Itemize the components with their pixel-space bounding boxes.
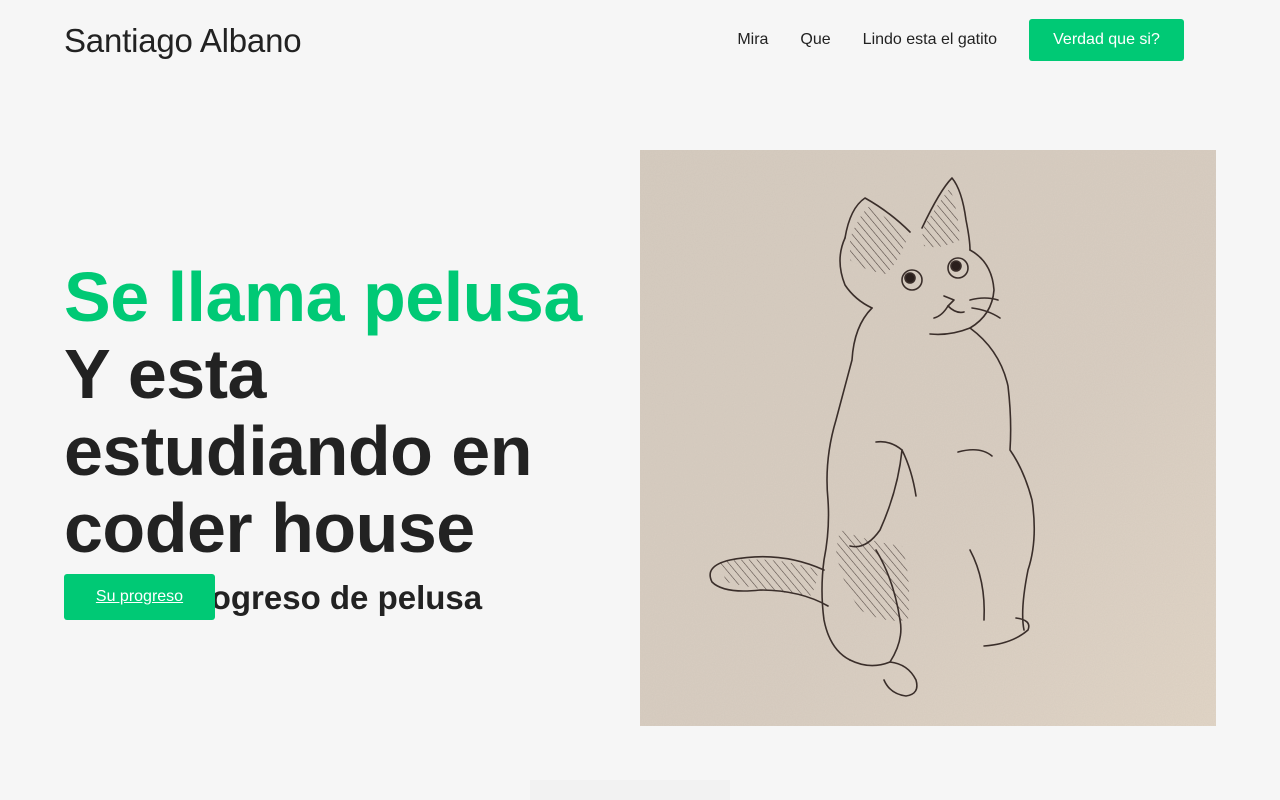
cat-sketch-image <box>640 150 1216 726</box>
nav-link-que[interactable]: Que <box>800 19 830 61</box>
hero-title-highlight: Se llama pelusa <box>64 258 582 336</box>
main-nav: Mira Que Lindo esta el gatito Verdad que… <box>737 19 1216 61</box>
site-brand[interactable]: Santiago Albano <box>64 20 302 62</box>
nav-link-lindo[interactable]: Lindo esta el gatito <box>863 19 997 61</box>
su-progreso-button[interactable]: Su progreso <box>64 574 215 620</box>
page-bottom-strip <box>530 780 730 800</box>
cat-sketch-icon <box>640 150 1216 726</box>
verdad-que-si-button[interactable]: Verdad que si? <box>1029 19 1184 61</box>
hero-text: Se llama pelusa Y esta estudiando en cod… <box>64 258 634 619</box>
nav-link-mira[interactable]: Mira <box>737 19 768 61</box>
hero-title: Y esta estudiando en coder house <box>64 335 532 567</box>
